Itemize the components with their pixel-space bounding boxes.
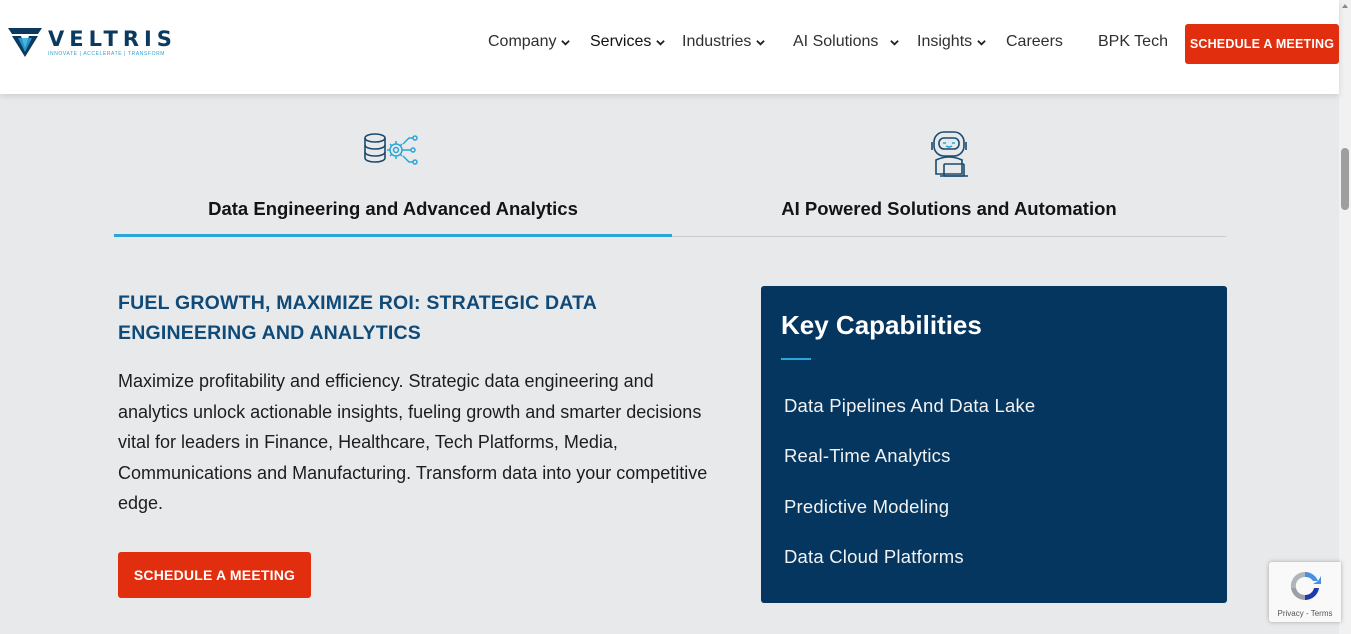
tab-data-engineering-label: Data Engineering and Advanced Analytics bbox=[208, 198, 578, 219]
nav-services[interactable]: Services bbox=[590, 33, 666, 51]
chevron-down-icon bbox=[977, 39, 986, 46]
scrollbar-thumb[interactable] bbox=[1341, 148, 1349, 210]
nav-ai-solutions-label: AI Solutions bbox=[793, 33, 879, 50]
nav-insights-label: Insights bbox=[917, 33, 973, 50]
database-gear-icon bbox=[364, 133, 418, 165]
recaptcha-badge[interactable]: Privacy - Terms bbox=[1269, 562, 1341, 622]
nav-careers[interactable]: Careers bbox=[1006, 33, 1063, 51]
logo-wordmark: VELTRIS bbox=[48, 26, 177, 51]
capability-item: Data Cloud Platforms bbox=[784, 546, 964, 567]
recaptcha-privacy-terms[interactable]: Privacy - Terms bbox=[1269, 609, 1341, 618]
active-tab-indicator bbox=[114, 234, 672, 237]
page-scrollbar[interactable] bbox=[1339, 0, 1351, 634]
schedule-meeting-button[interactable]: SCHEDULE A MEETING bbox=[118, 552, 311, 598]
nav-industries[interactable]: Industries bbox=[682, 33, 766, 51]
chevron-down-icon bbox=[656, 39, 666, 46]
section-description: Maximize profitability and efficiency. S… bbox=[118, 371, 708, 513]
schedule-meeting-header-button[interactable]: SCHEDULE A MEETING bbox=[1185, 24, 1339, 64]
title-accent-rule bbox=[781, 358, 811, 360]
site-header: VELTRIS INNOVATE | ACCELERATE | TRANSFOR… bbox=[0, 0, 1339, 94]
nav-bpk-tech[interactable]: BPK Tech bbox=[1098, 33, 1168, 51]
nav-industries-label: Industries bbox=[682, 33, 752, 50]
key-capabilities-card: Key Capabilities Data Pipelines And Data… bbox=[761, 286, 1227, 603]
veltris-logo[interactable]: VELTRIS INNOVATE | ACCELERATE | TRANSFOR… bbox=[8, 26, 177, 58]
capability-item: Real-Time Analytics bbox=[784, 445, 951, 466]
tab-data-engineering[interactable]: Data Engineering and Advanced Analytics bbox=[114, 120, 672, 238]
nav-ai-solutions[interactable]: AI Solutions bbox=[793, 33, 900, 51]
logo-tagline: INNOVATE | ACCELERATE | TRANSFORM bbox=[48, 50, 166, 57]
chevron-down-icon bbox=[561, 39, 571, 46]
veltris-logo-mark-icon bbox=[8, 28, 42, 57]
tab-ai-powered[interactable]: AI Powered Solutions and Automation bbox=[672, 120, 1226, 238]
chevron-down-icon bbox=[890, 39, 900, 46]
recaptcha-icon bbox=[1290, 571, 1321, 601]
nav-company-label: Company bbox=[488, 33, 557, 50]
key-capabilities-title: Key Capabilities bbox=[781, 310, 982, 340]
nav-careers-label: Careers bbox=[1006, 33, 1063, 50]
scroll-up-arrow-icon[interactable] bbox=[1342, 4, 1348, 8]
section-headline: FUEL GROWTH, MAXIMIZE ROI: STRATEGIC DAT… bbox=[118, 292, 597, 344]
nav-company[interactable]: Company bbox=[488, 33, 571, 51]
capability-item: Predictive Modeling bbox=[784, 496, 950, 517]
robot-laptop-icon bbox=[931, 131, 968, 177]
tab-ai-powered-label: AI Powered Solutions and Automation bbox=[781, 198, 1117, 219]
nav-services-label: Services bbox=[590, 33, 652, 50]
capability-item: Data Pipelines And Data Lake bbox=[784, 395, 1036, 416]
nav-bpk-tech-label: BPK Tech bbox=[1098, 33, 1168, 50]
nav-insights[interactable]: Insights bbox=[917, 33, 986, 51]
chevron-down-icon bbox=[756, 39, 766, 46]
